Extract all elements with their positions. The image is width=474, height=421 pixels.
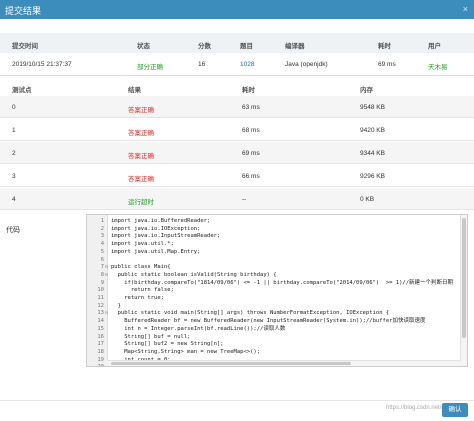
line-number: 15 xyxy=(97,325,104,332)
testcase-result: 运行超时 xyxy=(128,199,154,206)
code-text: import java.util.*; xyxy=(111,241,174,248)
code-text: return true; xyxy=(111,295,164,301)
submission-header: 提交时间 状态 分数 题目 编译器 耗时 用户 xyxy=(0,33,474,53)
testcase-id: 4 xyxy=(12,196,16,203)
table-row: 4 运行超时 -- 0 KB xyxy=(0,188,474,210)
testcase-memory: 9296 KB xyxy=(360,173,385,180)
vertical-scroll-thumb[interactable] xyxy=(462,218,466,338)
testcase-memory: 9344 KB xyxy=(360,150,385,157)
code-text: public static void main(String[] args) t… xyxy=(111,310,390,317)
line-number: 8 xyxy=(100,271,104,278)
code-text: import java.io.InputStreamReader; xyxy=(111,233,221,240)
col-memory: 内存 xyxy=(360,87,373,94)
fold-toggle-icon[interactable]: ⊟ xyxy=(105,272,109,280)
code-text: Map<String,String> man = new TreeMap<>()… xyxy=(111,348,261,355)
horizontal-scroll-thumb[interactable] xyxy=(111,362,351,365)
line-number: 7 xyxy=(100,264,104,271)
testcase-id: 1 xyxy=(12,127,16,134)
line-number: 14 xyxy=(97,318,104,325)
code-text: import java.util.Map.Entry; xyxy=(111,248,201,255)
status-partial: 部分正确 xyxy=(137,64,163,71)
testcase-time: 69 ms xyxy=(242,150,260,157)
col-time: 耗时 xyxy=(242,87,255,94)
col-testcase: 测试点 xyxy=(12,87,32,94)
line-number: 16 xyxy=(97,333,104,340)
line-number: 12 xyxy=(97,302,104,309)
testcase-id: 3 xyxy=(12,173,16,180)
line-number: 19 xyxy=(97,356,104,363)
col-result: 结果 xyxy=(128,87,141,94)
testcase-memory: 0 KB xyxy=(360,196,375,203)
table-row: 3 答案正确 66 ms 9296 KB xyxy=(0,165,474,187)
code-editor[interactable]: 1 import java.io.BufferedReader; 2 import j… xyxy=(86,214,468,367)
dialog-titlebar: 提交结果 × xyxy=(0,0,474,19)
line-number: 13 xyxy=(97,310,104,317)
testcase-result: 答案正确 xyxy=(128,130,154,137)
code-text: import java.io.IOException; xyxy=(111,225,201,232)
compiler: Java (openjdk) xyxy=(285,61,328,68)
code-text: import java.io.BufferedReader; xyxy=(111,218,211,224)
vertical-scrollbar[interactable] xyxy=(460,215,467,366)
line-number: 20 xyxy=(87,364,104,366)
line-number: 2 xyxy=(100,225,104,232)
testcase-result: 答案正确 xyxy=(128,153,154,160)
elapsed: 69 ms xyxy=(378,61,396,68)
line-number: 11 xyxy=(97,295,104,301)
ok-button[interactable]: 确认 xyxy=(442,403,468,417)
line-number: 17 xyxy=(97,341,104,348)
code-text: public class Main{ xyxy=(111,264,171,271)
line-number: 9 xyxy=(100,279,104,286)
col-compiler: 编译器 xyxy=(285,43,305,50)
code-text: public static boolean isValid(String bir… xyxy=(111,271,277,278)
code-text: if(birthday.compareTo("1814/09/06") <= -… xyxy=(111,279,454,286)
code-text: BufferedReader bf = new BufferedReader(n… xyxy=(111,318,426,325)
code-text: int n = Integer.parseInt(bf.readLine());… xyxy=(111,325,286,332)
testcase-time: 63 ms xyxy=(242,104,260,111)
testcase-time: 68 ms xyxy=(242,127,260,134)
testcase-memory: 9548 KB xyxy=(360,104,385,111)
code-text: return false; xyxy=(111,287,174,294)
footer-divider xyxy=(0,400,474,401)
col-elapsed: 耗时 xyxy=(378,43,391,50)
col-submit-time: 提交时间 xyxy=(12,43,38,50)
col-status: 状态 xyxy=(137,43,150,50)
problem-link[interactable]: 1028 xyxy=(240,61,254,68)
close-icon[interactable]: × xyxy=(463,4,468,14)
testcase-result: 答案正确 xyxy=(128,176,154,183)
code-text: String[] buf = null; xyxy=(111,333,191,340)
col-problem: 题目 xyxy=(240,43,253,50)
testcase-time: -- xyxy=(242,196,247,203)
line-number: 1 xyxy=(100,218,104,224)
testcase-memory: 9420 KB xyxy=(360,127,385,134)
score: 16 xyxy=(198,61,206,68)
code-label: 代码 xyxy=(6,227,20,234)
submit-time: 2019/10/15 21:37:37 xyxy=(12,61,72,68)
fold-toggle-icon[interactable]: ⊟ xyxy=(105,310,109,318)
table-row: 1 答案正确 68 ms 9420 KB xyxy=(0,119,474,141)
table-row: 0 答案正确 63 ms 9548 KB xyxy=(0,96,474,118)
user-link[interactable]: 天木易 xyxy=(428,61,448,71)
dialog-title: 提交结果 xyxy=(5,6,42,16)
testcase-id: 0 xyxy=(12,104,16,111)
code-text: } xyxy=(111,302,121,309)
fold-toggle-icon[interactable]: ⊟ xyxy=(105,264,109,272)
line-number: 10 xyxy=(97,287,104,294)
testcase-result: 答案正确 xyxy=(128,107,154,114)
col-user: 用户 xyxy=(428,43,441,50)
line-number: 5 xyxy=(100,248,104,255)
line-number: 3 xyxy=(100,233,104,240)
line-number: 4 xyxy=(100,241,104,248)
line-number: 18 xyxy=(97,348,104,355)
testcase-time: 66 ms xyxy=(242,173,260,180)
tests-header: 测试点 结果 耗时 内存 xyxy=(0,79,474,97)
code-text: String[] buf2 = new String[n]; xyxy=(111,341,224,348)
table-row: 2 答案正确 69 ms 9344 KB xyxy=(0,142,474,164)
horizontal-scrollbar[interactable] xyxy=(107,360,461,366)
submission-row: 2019/10/15 21:37:37 部分正确 16 1028 Java (o… xyxy=(0,53,474,76)
line-number: 6 xyxy=(100,256,104,263)
testcase-id: 2 xyxy=(12,150,16,157)
col-score: 分数 xyxy=(198,43,211,50)
